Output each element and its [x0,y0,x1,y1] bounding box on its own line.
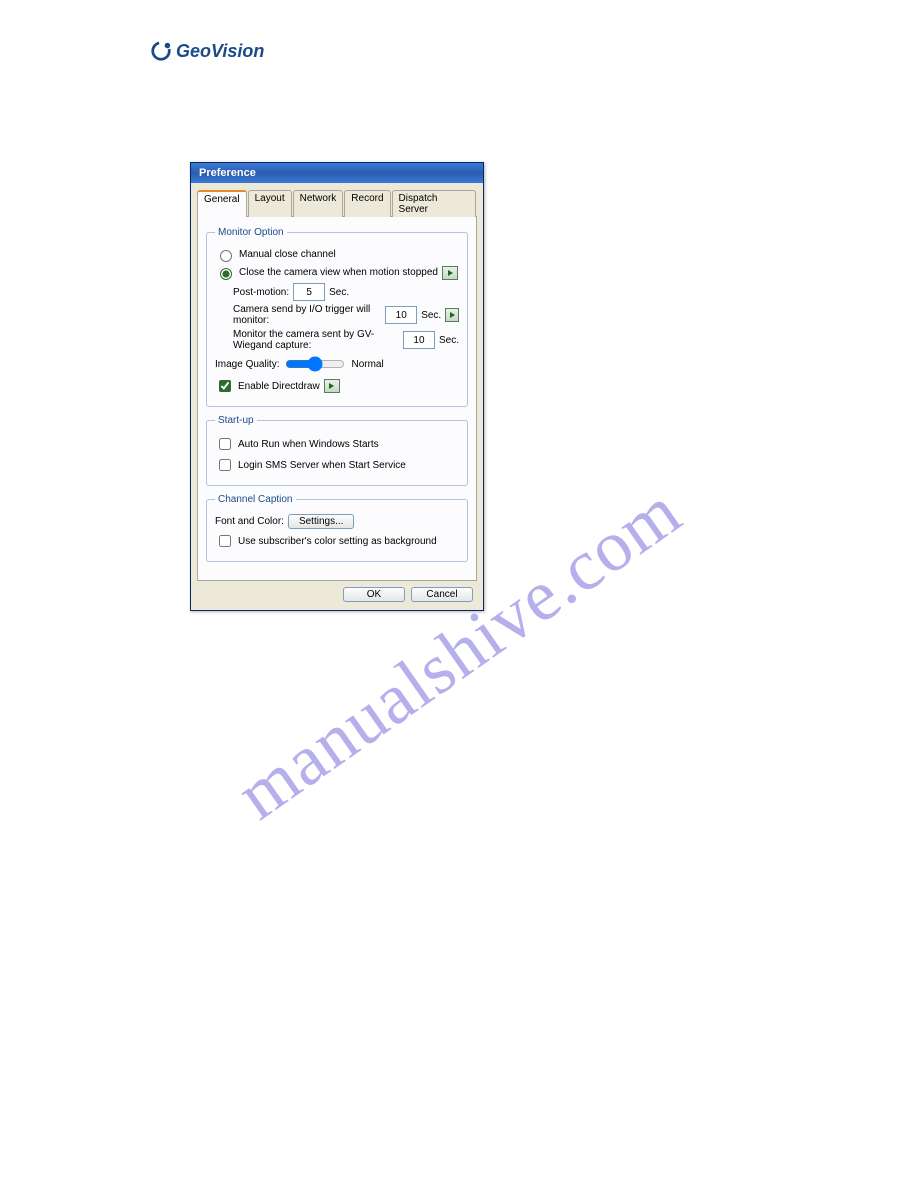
play-icon-2[interactable] [445,308,459,322]
radio-manual-close[interactable] [220,250,232,262]
label-wiegand: Monitor the camera sent by GV-Wiegand ca… [233,329,399,351]
group-channel-caption: Channel Caption Font and Color: Settings… [206,494,468,562]
group-startup: Start-up Auto Run when Windows Starts Lo… [206,415,468,486]
play-icon-3[interactable] [324,379,340,393]
group-monitor-option: Monitor Option Manual close channel Clos… [206,227,468,407]
label-image-quality: Image Quality: [215,359,279,370]
legend-startup: Start-up [215,415,257,426]
label-login-sms: Login SMS Server when Start Service [238,460,406,471]
dialog-titlebar[interactable]: Preference [191,163,483,183]
label-auto-run: Auto Run when Windows Starts [238,439,379,450]
tab-dispatch-server[interactable]: Dispatch Server [392,190,476,217]
label-font-color: Font and Color: [215,516,284,527]
unit-wiegand: Sec. [439,335,459,346]
unit-io-trigger: Sec. [421,310,441,321]
label-post-motion: Post-motion: [233,287,289,298]
checkbox-auto-run[interactable] [219,438,231,450]
tab-strip: General Layout Network Record Dispatch S… [197,189,477,217]
input-wiegand[interactable] [403,331,435,349]
ok-button[interactable]: OK [343,587,405,602]
input-post-motion[interactable] [293,283,325,301]
tab-network[interactable]: Network [293,190,344,217]
tab-general[interactable]: General [197,190,247,217]
label-manual-close: Manual close channel [239,249,336,260]
logo-icon [150,40,172,62]
unit-post-motion: Sec. [329,287,349,298]
preference-dialog: Preference General Layout Network Record… [190,162,484,611]
legend-monitor: Monitor Option [215,227,287,238]
label-use-bg: Use subscriber's color setting as backgr… [238,536,437,547]
dialog-buttons: OK Cancel [197,581,477,602]
label-close-when-stopped: Close the camera view when motion stoppe… [239,267,438,278]
checkbox-directdraw[interactable] [219,380,231,392]
label-directdraw: Enable Directdraw [238,381,320,392]
label-io-trigger: Camera send by I/O trigger will monitor: [233,304,381,326]
input-io-trigger[interactable] [385,306,417,324]
logo: GeoVision [150,40,858,62]
tab-record[interactable]: Record [344,190,390,217]
checkbox-login-sms[interactable] [219,459,231,471]
radio-close-when-stopped[interactable] [220,268,232,280]
cancel-button[interactable]: Cancel [411,587,473,602]
play-icon[interactable] [442,266,458,280]
settings-button[interactable]: Settings... [288,514,354,529]
dialog-title: Preference [199,167,256,179]
legend-caption: Channel Caption [215,494,296,505]
tab-layout[interactable]: Layout [248,190,292,217]
slider-image-quality[interactable] [285,356,345,372]
tab-pane-general: Monitor Option Manual close channel Clos… [197,217,477,581]
checkbox-use-bg[interactable] [219,535,231,547]
logo-text: GeoVision [176,41,264,62]
value-image-quality: Normal [351,359,383,370]
